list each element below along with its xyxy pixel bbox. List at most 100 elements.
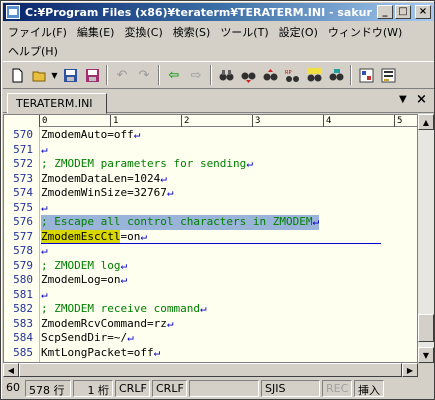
line-number: 572 [13,157,33,170]
menu-tools[interactable]: ツール(T) [215,24,273,40]
title-bar[interactable]: C:¥Program Files (x86)¥teraterm¥TERATERM… [3,3,434,21]
menu-help[interactable]: ヘルプ(H) [3,43,63,59]
ruler-label: 5 [394,115,402,127]
status-eol[interactable]: CRLF [115,380,150,397]
line-text: ↵ [41,244,48,259]
column-ruler[interactable]: 0 1 2 3 4 5 [39,115,417,127]
svg-text:RP: RP [285,70,292,76]
line-content: ; Escape all control characters in ZMODE… [41,215,313,228]
line-text: ↵ [41,288,48,303]
line-content: ; ZMODEM receive command [41,302,200,315]
ruler-label: 4 [323,115,331,127]
find-button[interactable] [215,64,237,86]
editor-line[interactable]: 570 ZmodemAuto=off↵ [4,128,417,143]
editor-line[interactable]: 584 ScpSendDir=~/↵ [4,331,417,346]
line-number: 583 [13,316,33,330]
line-break-icon: ↵ [120,258,128,272]
highlighted-search-match: ZmodemEscCtl [41,229,121,243]
redo-button[interactable]: ↷ [133,64,155,86]
menu-convert[interactable]: 変換(C) [119,24,167,40]
vertical-scroll-thumb[interactable] [418,314,434,342]
menu-search[interactable]: 検索(S) [168,24,216,40]
font-settings-button[interactable] [377,64,399,86]
editor-line[interactable]: 575 ↵ [4,200,417,216]
open-folder-icon [32,71,45,81]
line-break-icon: ↵ [127,331,134,344]
forward-button[interactable]: ⇨ [185,64,207,86]
new-file-button[interactable] [6,64,28,86]
binoculars-icon [219,69,233,80]
horizontal-scrollbar[interactable]: ◀ ▶ [3,363,418,377]
replace-button[interactable]: RP [281,64,303,86]
undo-button[interactable]: ↶ [111,64,133,86]
save-button[interactable] [59,64,81,86]
scroll-down-arrow-icon[interactable]: ▼ [418,347,434,363]
editor-line[interactable]: 574 ZmodemWinSize=32767↵ [4,186,417,201]
open-button[interactable] [28,64,50,86]
line-number: 570 [13,128,33,141]
status-insert-mode[interactable]: 挿入 [354,380,384,397]
status-encoding[interactable]: SJIS [261,380,320,397]
editor-line[interactable]: 572 ; ZMODEM parameters for sending↵ [4,157,417,172]
save-icon [63,68,77,82]
line-break-icon: ↵ [41,200,48,214]
menu-edit[interactable]: 編集(E) [72,24,120,40]
line-break-icon: ↵ [246,157,253,170]
maximize-button[interactable]: □ [395,5,411,19]
editor-line[interactable]: 585 KmtLongPacket=off↵ [4,345,417,361]
editor-line[interactable]: 583 ZmodemRcvCommand=rz↵ [4,316,417,332]
text-editor[interactable]: 0 1 2 3 4 5 570 ZmodemAuto=off↵ 571 ↵ 572 ; Z… [3,114,418,363]
editor-line[interactable]: 580 ZmodemLog=on↵ [4,273,417,288]
editor-line[interactable]: 573 ZmodemDataLen=1024↵ [4,171,417,187]
toolbar-separator [158,65,160,85]
line-content: ZmodemWinSize=32767 [41,186,167,199]
find-prev-icon [263,68,277,80]
line-break-icon: ↵ [160,171,167,185]
vertical-scrollbar[interactable]: ▲ ▼ [418,114,434,363]
editor-line[interactable]: 581 ↵ [4,287,417,303]
editor-line[interactable]: 578 ↵ [4,244,417,259]
toolbar-separator [210,65,212,85]
line-number: 585 [13,345,33,359]
scroll-up-arrow-icon[interactable]: ▲ [418,114,434,130]
tab-teraterm-ini[interactable]: TERATERM.INI [7,93,107,114]
close-button[interactable]: × [415,5,431,19]
line-break-icon: ↵ [312,215,320,228]
editor-line[interactable]: 577 ZmodemEscCtl=on↵ [4,229,417,245]
tab-close-button[interactable]: × [416,92,427,107]
grep-button[interactable] [325,64,347,86]
editor-line[interactable]: 579 ; ZMODEM log↵ [4,259,417,274]
status-rec: REC [322,380,352,397]
menu-window[interactable]: ウィンドウ(W) [323,24,407,40]
status-eol-code[interactable]: CRLF [152,380,187,397]
editor-line[interactable]: 571 ↵ [4,143,417,158]
tab-list-dropdown[interactable]: ▼ [399,94,407,105]
menu-file[interactable]: ファイル(F) [3,24,72,40]
save-all-button[interactable] [81,64,103,86]
open-dropdown[interactable]: ▼ [50,64,59,86]
highlight-button[interactable] [303,64,325,86]
status-blank [189,380,259,397]
back-button[interactable]: ⇦ [163,64,185,86]
line-text: ; Escape all control characters in ZMODE… [41,215,320,230]
scroll-right-arrow-icon[interactable]: ▶ [402,363,418,377]
find-next-button[interactable] [237,64,259,86]
line-text: ZmodemRcvCommand=rz↵ [41,317,173,332]
settings-button[interactable] [355,64,377,86]
app-icon[interactable] [6,5,20,19]
line-content: ; ZMODEM log [41,258,121,272]
line-text: ; ZMODEM log↵ [41,259,127,274]
horizontal-scroll-thumb[interactable] [19,363,402,377]
line-text: ; ZMODEM parameters for sending↵ [41,157,253,172]
line-number: 581 [13,287,33,301]
window-title: C:¥Program Files (x86)¥teraterm¥TERATERM… [25,5,372,19]
menu-settings[interactable]: 設定(O) [274,24,323,40]
scroll-left-arrow-icon[interactable]: ◀ [3,363,19,377]
line-text: KmtLongPacket=off↵ [41,346,160,361]
minimize-button[interactable]: _ [377,5,393,19]
line-content: ; ZMODEM parameters for sending [41,157,247,170]
line-number: 575 [13,200,33,214]
editor-line[interactable]: 582 ; ZMODEM receive command↵ [4,302,417,317]
editor-line[interactable]: 576 ; Escape all control characters in ZM… [4,215,417,230]
find-prev-button[interactable] [259,64,281,86]
